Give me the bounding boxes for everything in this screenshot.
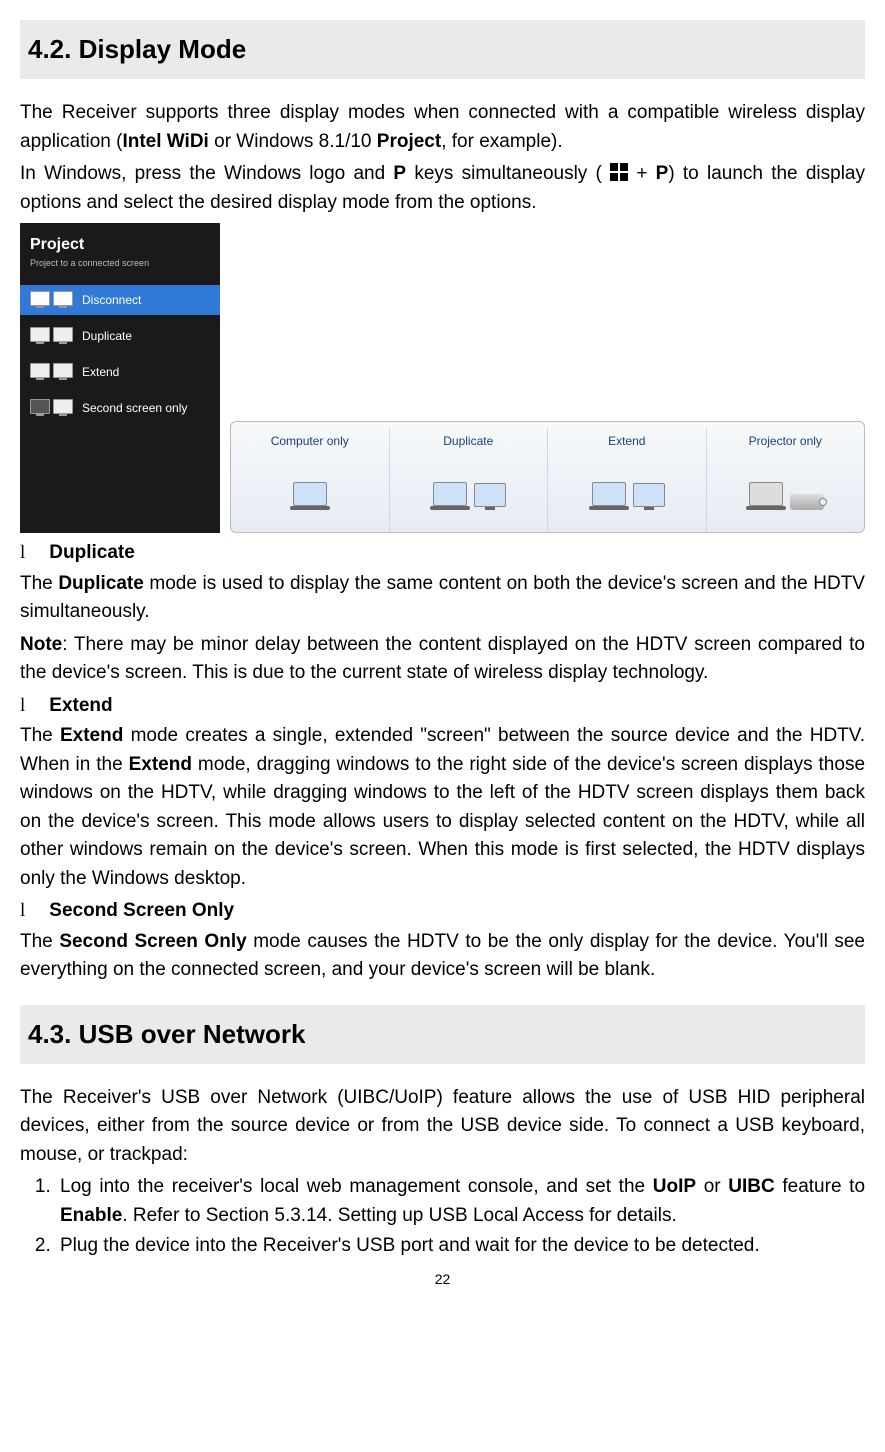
text-bold: Intel WiDi [122,131,208,152]
project-option-label: Disconnect [82,291,141,309]
text-bold: Enable [60,1205,122,1226]
project-panel-subtitle: Project to a connected screen [20,257,220,279]
win7-option-label: Projector only [749,432,822,450]
text-bold: Extend [129,754,192,775]
win7-option-computer-only: Computer only [231,428,389,532]
monitor-pair-icon [30,291,72,308]
win7-option-label: Duplicate [443,432,493,450]
text: keys simultaneously ( [406,163,610,184]
laptop-monitor-icon [430,450,506,510]
text-bold: Second Screen Only [59,931,246,952]
section-heading-usb-over-network: 4.3. USB over Network [20,1005,865,1064]
intro-paragraph-2: In Windows, press the Windows logo and P… [20,160,865,217]
text: or [696,1176,728,1197]
text: mode is used to display the same content… [20,573,865,623]
section-heading-display-mode: 4.2. Display Mode [20,20,865,79]
project-option-label: Extend [82,363,119,381]
project-option-disconnect: Disconnect [20,285,220,315]
bullet-label: Second Screen Only [49,897,234,926]
text-bold: UIBC [728,1176,774,1197]
win7-option-duplicate: Duplicate [389,428,548,532]
note-label: Note [20,634,62,655]
extend-description: The Extend mode creates a single, extend… [20,722,865,893]
win7-option-projector-only: Projector only [706,428,865,532]
text-bold: P [656,163,669,184]
text: , for example). [441,131,562,152]
usb-steps-list: Log into the receiver's local web manage… [20,1173,865,1261]
text-bold: P [393,163,406,184]
text: feature to [775,1176,865,1197]
win7-option-label: Computer only [271,432,349,450]
project-option-label: Duplicate [82,327,132,345]
laptop-monitor-icon [589,450,665,510]
project-option-extend: Extend [20,357,220,387]
text-bold: Project [377,131,441,152]
bullet-label: Extend [49,692,112,721]
text-bold: Duplicate [58,573,144,594]
usb-step-1: Log into the receiver's local web manage… [56,1173,865,1230]
windows-logo-icon [610,163,628,181]
monitor-pair-icon [30,399,72,416]
project-option-label: Second screen only [82,399,187,417]
text: : There may be minor delay between the c… [20,634,865,684]
page-number: 22 [20,1269,865,1290]
monitor-pair-icon [30,363,72,380]
bullet-duplicate: l Duplicate [20,539,865,568]
text: + [628,163,656,184]
second-screen-description: The Second Screen Only mode causes the H… [20,928,865,985]
win7-option-extend: Extend [547,428,706,532]
bullet-label: Duplicate [49,539,135,568]
usb-intro: The Receiver's USB over Network (UIBC/Uo… [20,1084,865,1170]
project-panel-title: Project [20,229,220,257]
figures-row: Project Project to a connected screen Di… [20,223,865,533]
text-bold: Extend [60,725,123,746]
bullet-second-screen: l Second Screen Only [20,897,865,926]
duplicate-note: Note: There may be minor delay between t… [20,631,865,688]
bullet-marker: l [20,692,25,721]
text-bold: UoIP [653,1176,696,1197]
usb-step-2: Plug the device into the Receiver's USB … [56,1232,865,1261]
project-option-duplicate: Duplicate [20,321,220,351]
laptop-projector-icon [746,450,824,510]
intro-paragraph-1: The Receiver supports three display mode… [20,99,865,156]
bullet-extend: l Extend [20,692,865,721]
bullet-marker: l [20,897,25,926]
bullet-marker: l [20,539,25,568]
duplicate-description: The Duplicate mode is used to display th… [20,570,865,627]
laptop-icon [290,450,330,510]
text: In Windows, press the Windows logo and [20,163,393,184]
monitor-pair-icon [30,327,72,344]
text: Log into the receiver's local web manage… [60,1176,653,1197]
text: The [20,573,58,594]
text: The [20,725,60,746]
win7-option-label: Extend [608,432,645,450]
project-option-second-screen: Second screen only [20,393,220,423]
text: The [20,931,59,952]
win7-display-panel-figure: Computer only Duplicate Extend Projector… [230,421,865,533]
text: or Windows 8.1/10 [209,131,377,152]
project-panel-figure: Project Project to a connected screen Di… [20,223,220,533]
text: . Refer to Section 5.3.14. Setting up US… [122,1205,676,1226]
